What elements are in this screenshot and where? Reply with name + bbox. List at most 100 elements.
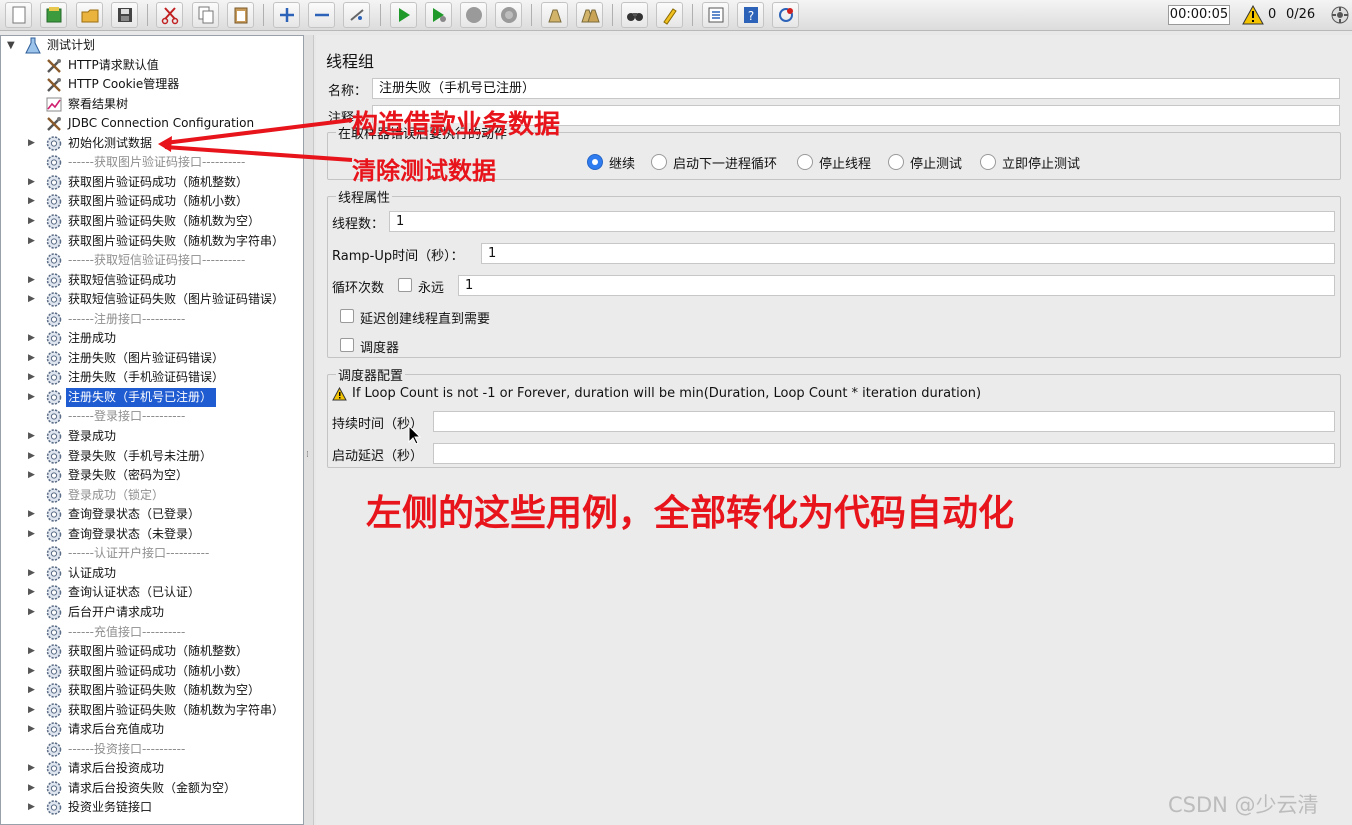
tree-item[interactable]: HTTP Cookie管理器 bbox=[1, 75, 301, 94]
tree-item[interactable]: 登录成功（锁定） bbox=[1, 486, 301, 505]
expand-arrow-icon[interactable]: ▶ bbox=[28, 349, 38, 368]
expand-arrow-icon[interactable]: ▶ bbox=[28, 525, 38, 544]
clear-all-button[interactable] bbox=[576, 2, 603, 28]
function-helper-button[interactable] bbox=[702, 2, 729, 28]
tree-item[interactable]: ------投资接口---------- bbox=[1, 740, 301, 759]
tree-item[interactable]: ▶ 查询登录状态（未登录） bbox=[1, 525, 301, 544]
tree-item[interactable]: ▶ 请求后台投资成功 bbox=[1, 759, 301, 778]
tree-item[interactable]: ▶ 获取图片验证码成功（随机整数） bbox=[1, 642, 301, 661]
tree-item[interactable]: ▶ 请求后台充值成功 bbox=[1, 720, 301, 739]
tree-item[interactable]: ------注册接口---------- bbox=[1, 310, 301, 329]
tree-item[interactable]: ▶ 查询认证状态（已认证） bbox=[1, 583, 301, 602]
expand-arrow-icon[interactable]: ▶ bbox=[28, 388, 38, 407]
tree-item[interactable]: HTTP请求默认值 bbox=[1, 56, 301, 75]
loop-count-field[interactable]: 1 bbox=[458, 275, 1335, 296]
tree-item[interactable]: JDBC Connection Configuration bbox=[1, 114, 301, 133]
lock-icon[interactable] bbox=[1330, 5, 1350, 25]
expand-arrow-icon[interactable]: ▶ bbox=[28, 720, 38, 739]
tree-item[interactable]: ------登录接口---------- bbox=[1, 407, 301, 426]
expand-arrow-icon[interactable]: ▶ bbox=[28, 701, 38, 720]
tree-item[interactable]: ------充值接口---------- bbox=[1, 623, 301, 642]
cut-button[interactable] bbox=[156, 2, 183, 28]
expand-arrow-icon[interactable]: ▶ bbox=[28, 212, 38, 231]
startup-delay-field[interactable] bbox=[433, 443, 1335, 464]
tree-item[interactable]: ▶ 获取短信验证码失败（图片验证码错误） bbox=[1, 290, 301, 309]
tree-item[interactable]: ▶ 登录失败（手机号未注册） bbox=[1, 447, 301, 466]
expand-arrow-icon[interactable]: ▶ bbox=[28, 583, 38, 602]
copy-button[interactable] bbox=[192, 2, 219, 28]
expand-arrow-icon[interactable]: ▶ bbox=[28, 642, 38, 661]
radio-button[interactable] bbox=[651, 154, 667, 170]
expand-arrow-icon[interactable]: ▶ bbox=[28, 329, 38, 348]
expand-arrow-icon[interactable]: ▶ bbox=[28, 173, 38, 192]
tree-item[interactable]: ▶ 初始化测试数据 bbox=[1, 134, 301, 153]
tree-item[interactable]: ▶ 获取图片验证码成功（随机小数） bbox=[1, 192, 301, 211]
expand-arrow-icon[interactable]: ▶ bbox=[28, 271, 38, 290]
tree-item[interactable]: ▶ 登录失败（密码为空） bbox=[1, 466, 301, 485]
tree-item[interactable]: ▶ 获取图片验证码失败（随机数为空） bbox=[1, 212, 301, 231]
expand-button[interactable] bbox=[273, 2, 300, 28]
expand-arrow-icon[interactable]: ▶ bbox=[28, 662, 38, 681]
expand-arrow-icon[interactable]: ▶ bbox=[28, 681, 38, 700]
expand-arrow-icon[interactable]: ▶ bbox=[28, 192, 38, 211]
expand-arrow-icon[interactable]: ▶ bbox=[28, 368, 38, 387]
save-button[interactable] bbox=[111, 2, 138, 28]
expand-arrow-icon[interactable]: ▶ bbox=[28, 759, 38, 778]
expand-arrow-icon[interactable]: ▶ bbox=[28, 564, 38, 583]
stop-button[interactable] bbox=[460, 2, 487, 28]
error-action-option[interactable]: 停止测试 bbox=[888, 153, 962, 172]
tree-item-selected[interactable]: ▶ 注册失败（手机号已注册） bbox=[1, 387, 301, 407]
paste-button[interactable] bbox=[227, 2, 254, 28]
forever-checkbox[interactable] bbox=[398, 278, 412, 292]
tree-root[interactable]: ▼ 测试计划 bbox=[1, 36, 301, 55]
shutdown-button[interactable] bbox=[495, 2, 522, 28]
threads-field[interactable]: 1 bbox=[389, 211, 1335, 232]
tree-item[interactable]: ▶ 获取图片验证码失败（随机数为字符串） bbox=[1, 232, 301, 251]
scheduler-checkbox[interactable] bbox=[340, 338, 354, 352]
tree-item[interactable]: 察看结果树 bbox=[1, 95, 301, 114]
delay-thread-creation-checkbox[interactable] bbox=[340, 309, 354, 323]
tree-item[interactable]: ------认证开户接口---------- bbox=[1, 544, 301, 563]
test-plan-tree[interactable]: ▼ 测试计划 HTTP请求默认值 HTTP Cookie管理器 察看结果树 JDBC … bbox=[0, 35, 304, 825]
expand-arrow-icon[interactable]: ▶ bbox=[28, 779, 38, 798]
warning-icon[interactable] bbox=[1242, 5, 1264, 25]
expand-arrow-icon[interactable]: ▶ bbox=[28, 447, 38, 466]
name-field[interactable]: 注册失败（手机号已注册） bbox=[372, 78, 1340, 99]
remote-start-button[interactable] bbox=[772, 2, 799, 28]
tree-item[interactable]: ------获取短信验证码接口---------- bbox=[1, 251, 301, 270]
expand-arrow-icon[interactable]: ▶ bbox=[28, 290, 38, 309]
expand-arrow-icon[interactable]: ▶ bbox=[28, 427, 38, 446]
tree-item[interactable]: ▶ 获取图片验证码成功（随机整数） bbox=[1, 173, 301, 192]
tree-item[interactable]: ▶ 注册失败（手机验证码错误） bbox=[1, 368, 301, 387]
reset-search-button[interactable] bbox=[656, 2, 683, 28]
tree-item[interactable]: ▶ 投资业务链接口 bbox=[1, 798, 301, 817]
error-action-option[interactable]: 停止线程 bbox=[797, 153, 871, 172]
expand-arrow-icon[interactable]: ▶ bbox=[28, 505, 38, 524]
tree-item[interactable]: ▶ 查询登录状态（已登录） bbox=[1, 505, 301, 524]
search-button[interactable] bbox=[621, 2, 648, 28]
tree-item[interactable]: ▶ 登录成功 bbox=[1, 427, 301, 446]
pane-splitter[interactable] bbox=[304, 35, 314, 825]
tree-item[interactable]: ▶ 后台开户请求成功 bbox=[1, 603, 301, 622]
radio-button[interactable] bbox=[797, 154, 813, 170]
tree-item[interactable]: ▶ 获取图片验证码失败（随机数为字符串） bbox=[1, 701, 301, 720]
collapse-arrow-icon[interactable]: ▼ bbox=[7, 36, 15, 55]
tree-item[interactable]: ▶ 获取短信验证码成功 bbox=[1, 271, 301, 290]
help-button[interactable]: ? bbox=[737, 2, 764, 28]
radio-button[interactable] bbox=[980, 154, 996, 170]
start-button[interactable] bbox=[390, 2, 417, 28]
clear-button[interactable] bbox=[541, 2, 568, 28]
expand-arrow-icon[interactable]: ▶ bbox=[28, 466, 38, 485]
error-action-option[interactable]: 继续 bbox=[587, 153, 635, 172]
tree-item[interactable]: ▶ 认证成功 bbox=[1, 564, 301, 583]
error-action-option[interactable]: 立即停止测试 bbox=[980, 153, 1080, 172]
expand-arrow-icon[interactable]: ▶ bbox=[28, 232, 38, 251]
radio-button[interactable] bbox=[587, 154, 603, 170]
expand-arrow-icon[interactable]: ▶ bbox=[28, 134, 38, 153]
collapse-button[interactable] bbox=[308, 2, 335, 28]
rampup-field[interactable]: 1 bbox=[481, 243, 1335, 264]
tree-item[interactable]: ▶ 请求后台投资失败（金额为空） bbox=[1, 779, 301, 798]
toggle-button[interactable] bbox=[343, 2, 370, 28]
tree-item[interactable]: ▶ 注册失败（图片验证码错误） bbox=[1, 349, 301, 368]
new-button[interactable] bbox=[5, 2, 32, 28]
